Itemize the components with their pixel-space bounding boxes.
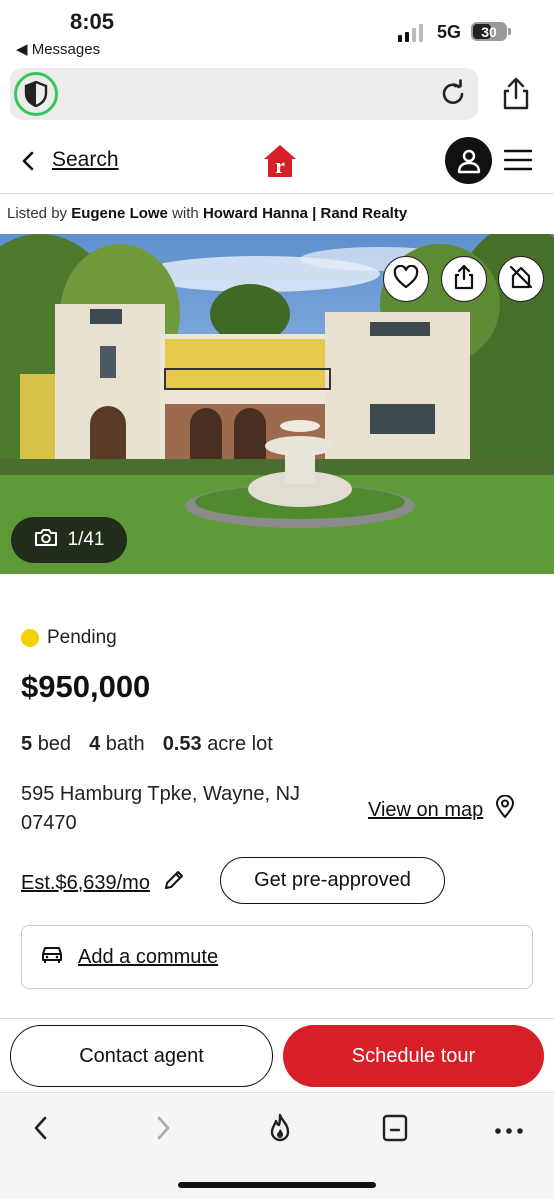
camera-icon [34,527,58,553]
photo-counter[interactable]: 1/41 [11,517,127,563]
chevron-left-icon[interactable] [20,150,38,177]
hamburger-menu-icon[interactable] [503,149,533,176]
listing-agent: Eugene Lowe [71,205,168,222]
heart-icon [393,264,419,294]
reload-icon[interactable] [438,79,468,114]
address-line-2: 07470 [21,812,77,834]
share-icon[interactable] [498,76,534,117]
pencil-icon[interactable] [162,868,186,898]
favorite-button[interactable] [383,256,429,302]
share-icon [452,264,476,295]
status-time: 8:05 [70,9,115,34]
battery-tip [508,28,511,35]
forward-icon[interactable] [152,1113,174,1148]
car-icon [40,944,64,970]
add-commute-label[interactable]: Add a commute [78,946,218,969]
lot-value: 0.53 [162,733,202,755]
cta-bar: Contact agent Schedule tour [0,1018,554,1092]
photo-counter-label: 1/41 [67,529,105,550]
hide-listing-button[interactable] [498,256,544,302]
brokerage: Howard Hanna | Rand Realty [202,205,408,222]
baths-label: bath [105,733,145,755]
address-line-1: 595 Hamburg Tpke, Wayne, NJ [21,783,301,805]
battery-icon: 30 [471,22,507,41]
status-bar: 8:05 ◀ Messages 5G 30 [0,0,554,64]
tabs-icon[interactable] [381,1113,409,1148]
redfin-logo-icon[interactable]: r [263,144,297,183]
lot: 0.53 acre lot [163,733,273,756]
network-type: 5G [437,22,462,42]
listing-price: $950,000 [21,669,151,704]
status-label: Pending [47,627,117,648]
view-on-map-label: View on map [368,798,484,821]
baths: 4 bath [89,733,145,756]
listing-address: 595 Hamburg Tpke, Wayne, NJ 07470 [21,780,341,838]
listed-by-prefix: Listed by [7,205,68,222]
back-to-messages[interactable]: ◀ Messages [16,40,100,58]
map-pin-icon [495,794,515,825]
baths-value: 4 [89,733,101,755]
more-icon[interactable] [494,1123,524,1141]
beds: 5 bed [21,733,71,756]
shield-icon[interactable] [14,72,58,116]
hide-home-icon [508,264,534,295]
home-indicator [178,1182,376,1188]
listed-by-with: with [172,205,199,222]
beds-label: bed [37,733,72,755]
status-dot-icon [21,629,39,647]
listing-photo[interactable]: 1/41 [0,234,554,574]
listed-by: Listed by Eugene Lowe with Howard Hanna … [7,205,407,222]
home-stats: 5 bed 4 bath 0.53 acre lot [21,733,273,756]
back-icon[interactable] [30,1113,52,1148]
estimated-payment: Est.$6,639/mo [21,871,150,894]
add-commute-row[interactable]: Add a commute [21,925,533,989]
battery-level: 30 [481,23,497,40]
view-on-map-link[interactable]: View on map [368,794,515,825]
get-preapproved-button[interactable]: Get pre-approved [220,857,445,904]
contact-agent-button[interactable]: Contact agent [10,1025,273,1087]
site-header: Search r [0,128,554,194]
lot-label: acre lot [207,733,273,755]
account-icon[interactable] [445,137,492,184]
share-listing-button[interactable] [441,256,487,302]
estimated-payment-link[interactable]: Est.$6,639/mo [21,868,186,898]
schedule-tour-button[interactable]: Schedule tour [283,1025,544,1087]
beds-value: 5 [21,733,33,755]
address-bar[interactable] [10,68,478,120]
search-link[interactable]: Search [52,148,119,172]
listing-status: Pending [21,627,117,649]
signal-icon [398,22,423,42]
flame-icon[interactable] [265,1113,295,1150]
svg-text:r: r [275,153,285,178]
